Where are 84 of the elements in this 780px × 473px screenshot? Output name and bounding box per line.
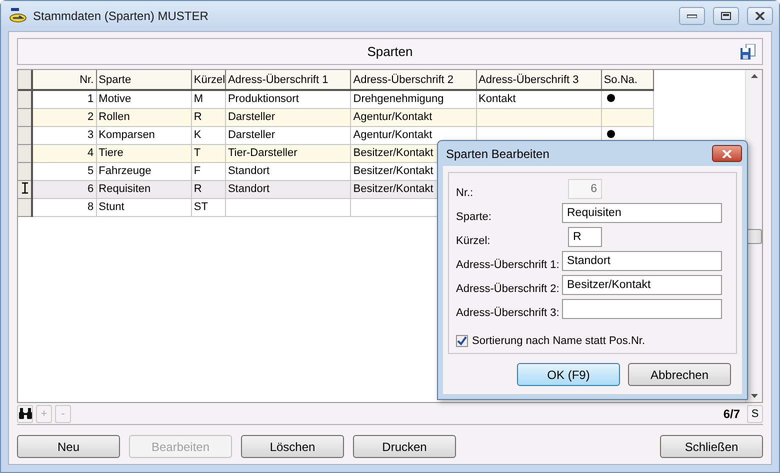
column-header[interactable]: Adress-Überschrift 1 — [225, 70, 351, 90]
row-header[interactable] — [18, 126, 32, 144]
table-cell: R — [191, 180, 226, 198]
record-counter: 6/7 — [723, 406, 740, 420]
app-logo-icon — [9, 8, 27, 24]
grid-corner — [18, 70, 32, 90]
column-header[interactable]: Adress-Überschrift 3 — [476, 70, 602, 90]
row-header[interactable] — [18, 180, 32, 198]
panel-title: Sparten — [367, 44, 413, 59]
dialog-button[interactable]: Abbrechen — [628, 363, 731, 386]
column-header[interactable]: So.Na. — [601, 70, 654, 90]
maximize-button[interactable] — [713, 7, 739, 25]
table-cell: 2 — [32, 108, 96, 126]
table-cell: Tiere — [96, 144, 192, 162]
text-cursor-icon — [20, 182, 29, 194]
minimize-button[interactable] — [679, 7, 705, 25]
table-cell: Rollen — [96, 108, 192, 126]
table-cell: T — [191, 144, 226, 162]
table-cell: 8 — [32, 198, 96, 216]
action-button[interactable]: Löschen — [241, 435, 344, 458]
dialog-close-button[interactable] — [712, 145, 742, 162]
scroll-up-icon[interactable] — [750, 74, 758, 78]
table-cell: F — [191, 162, 226, 180]
field-label: Kürzel: — [456, 235, 492, 247]
table-cell: Standort — [225, 162, 351, 180]
table-cell: Tier-Darsteller — [225, 144, 351, 162]
maximize-icon — [721, 12, 731, 20]
table-cell: 5 — [32, 162, 96, 180]
input-field[interactable]: R — [568, 227, 602, 247]
row-header[interactable] — [18, 90, 32, 108]
row-header[interactable] — [18, 198, 32, 216]
column-header[interactable]: Kürzel — [191, 70, 226, 90]
marker-dot — [606, 94, 615, 102]
binoculars-button[interactable] — [17, 404, 33, 422]
dialog-button[interactable]: OK (F9) — [517, 363, 620, 386]
field-label: Adress-Überschrift 3: — [456, 307, 560, 319]
table-cell: 6 — [32, 180, 96, 198]
table-cell: Agentur/Kontakt — [350, 108, 476, 126]
table-cell: 1 — [32, 90, 96, 108]
close-window-button[interactable]: Schließen — [660, 435, 763, 458]
table-cell: 3 — [32, 126, 96, 144]
close-button[interactable] — [747, 7, 773, 25]
column-header[interactable]: Nr. — [32, 70, 96, 90]
floppy-disk-icon[interactable] — [740, 44, 756, 60]
close-icon — [722, 150, 732, 158]
scroll-down-icon[interactable] — [750, 394, 758, 398]
action-button[interactable]: Neu — [17, 435, 120, 458]
column-header[interactable]: Adress-Überschrift 2 — [350, 70, 476, 90]
table-cell: Requisiten — [96, 180, 192, 198]
table-cell: Motive — [96, 90, 192, 108]
row-header[interactable] — [18, 108, 32, 126]
search-button[interactable]: S — [747, 404, 763, 422]
table-cell: Drehgenehmigung — [350, 90, 476, 108]
table-cell: Stunt — [96, 198, 192, 216]
field-label: Sparte: — [456, 211, 492, 223]
table-cell: Kontakt — [476, 90, 602, 108]
table-cell: Standort — [225, 180, 351, 198]
input-field[interactable]: Besitzer/Kontakt — [562, 275, 722, 295]
marker-dot — [606, 130, 615, 138]
table-cell: Fahrzeuge — [96, 162, 192, 180]
field-label: Adress-Überschrift 1: — [456, 259, 560, 271]
table-cell: 4 — [32, 144, 96, 162]
field-label: Nr.: — [456, 187, 474, 199]
table-cell: Produktionsort — [225, 90, 351, 108]
action-button[interactable]: Drucken — [353, 435, 456, 458]
checkbox-label: Sortierung nach Name statt Pos.Nr. — [472, 335, 646, 347]
table-cell: M — [191, 90, 226, 108]
table-cell: Komparsen — [96, 126, 192, 144]
input-field[interactable]: Requisiten — [562, 203, 722, 223]
minimize-icon — [687, 14, 697, 18]
column-header[interactable]: Sparte — [96, 70, 192, 90]
field-label: Adress-Überschrift 2: — [456, 283, 560, 295]
input-field[interactable] — [562, 299, 722, 319]
window-title: Stammdaten (Sparten) MUSTER — [33, 9, 210, 23]
row-header[interactable] — [18, 162, 32, 180]
input-field[interactable]: Standort — [562, 251, 722, 271]
table-cell: ST — [191, 198, 226, 216]
table-cell: Darsteller — [225, 108, 351, 126]
checkbox[interactable] — [456, 335, 468, 347]
table-cell: R — [191, 108, 226, 126]
row-header[interactable] — [18, 144, 32, 162]
table-cell: K — [191, 126, 226, 144]
close-icon — [755, 12, 765, 20]
table-cell: Darsteller — [225, 126, 351, 144]
